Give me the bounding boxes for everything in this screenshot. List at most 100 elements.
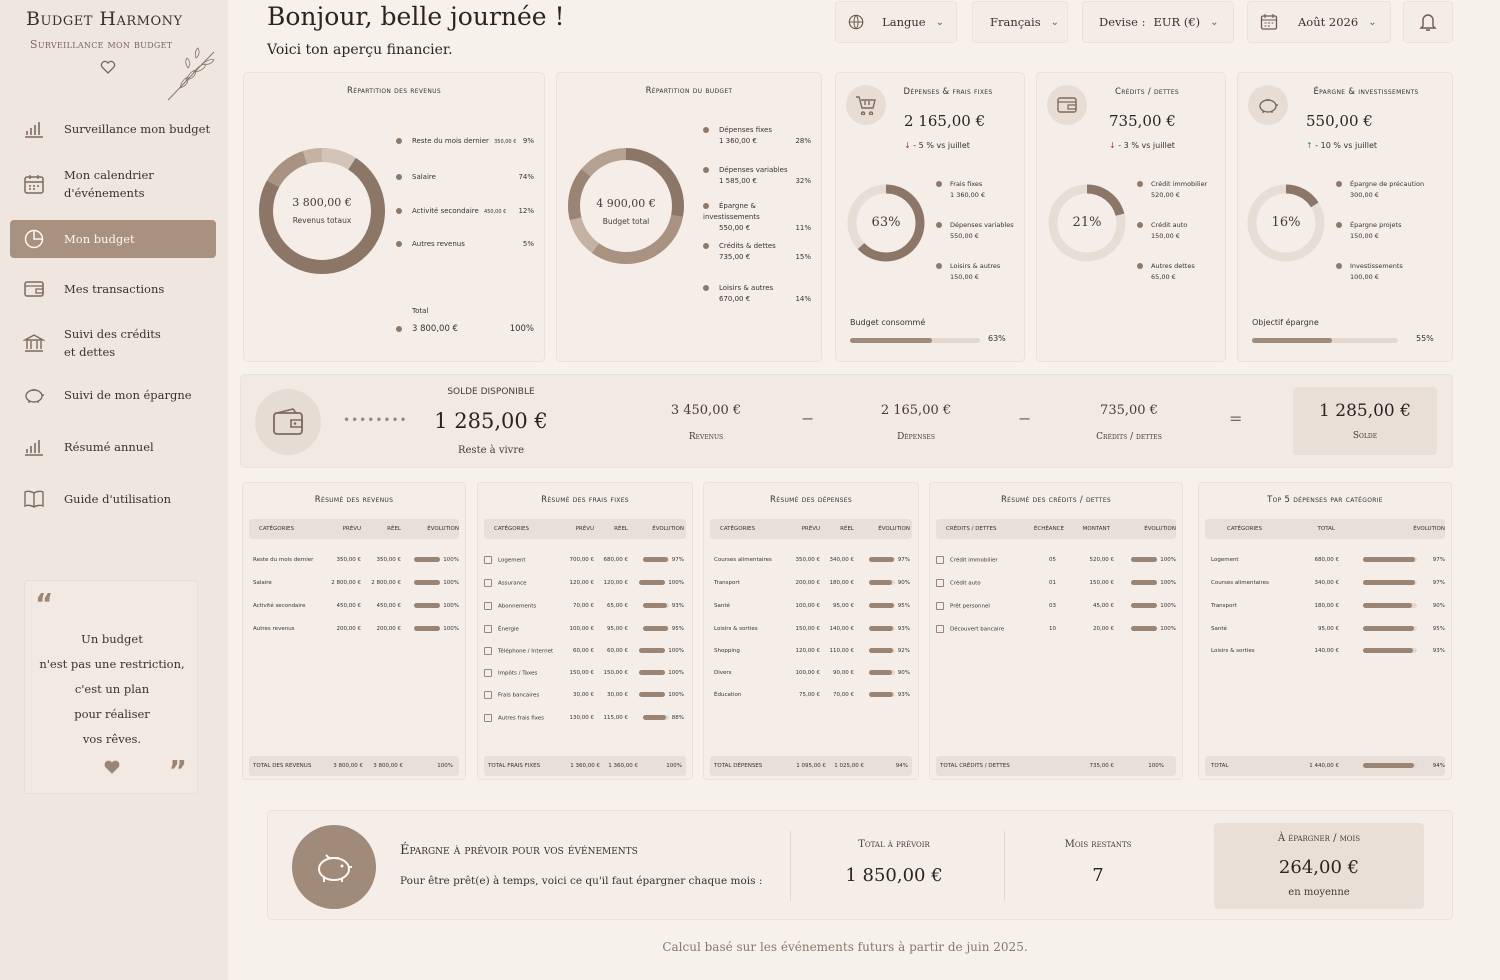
legend-pct: 74% [518, 173, 534, 181]
quote-card: “ Un budget n'est pas une restriction, c… [24, 580, 198, 794]
month-selector[interactable]: Août 2026 ⌄ [1247, 1, 1391, 43]
progress-bar [642, 557, 669, 562]
checkbox[interactable] [936, 556, 944, 564]
cell: 95,00 € [1318, 626, 1339, 632]
cell: Courses alimentaires [714, 557, 772, 563]
chart-bars-icon [22, 435, 46, 459]
expenses-delta: ↓ - 5 % vs juillet [904, 141, 970, 150]
progress-bar [868, 603, 895, 608]
table-row: Loisirs & sorties 140,00 € 93% [1205, 642, 1445, 660]
cell: 120,00 € [795, 648, 821, 654]
cell: 450,00 € [376, 603, 402, 609]
cell: Total dépenses [714, 763, 763, 769]
progress-bar [868, 580, 895, 585]
sidebar-item-label: Mon budget [64, 231, 135, 246]
cell: Santé [714, 603, 730, 609]
cell: 90% [897, 670, 910, 676]
table-row: Frais bancaires 30,00 € 30,00 € 100% [484, 686, 686, 704]
sidebar-item-epargne[interactable]: Suivi de mon épargne [10, 366, 216, 424]
checkbox[interactable] [484, 602, 492, 610]
budget-breakdown-card: Répartition du budget 4 900,00 € Budget … [556, 72, 822, 362]
total-amount: 1 850,00 € [845, 865, 943, 886]
legend-label: Frais fixes [950, 180, 983, 188]
result-amount: 1 285,00 € [1319, 401, 1411, 421]
sidebar-item-mon-budget[interactable]: Mon budget [10, 220, 216, 258]
cell: 10 [1049, 626, 1056, 632]
donut-center-amount: 3 800,00 € [292, 196, 352, 209]
cell: 340,00 € [829, 557, 855, 563]
cell: 100% [1160, 557, 1176, 563]
total-pct: 100% [509, 324, 534, 334]
cell: Découvert bancaire [950, 626, 1005, 633]
table-row: Crédit immobilier 05 520,00 € 100% [936, 551, 1176, 569]
revenue-breakdown-card: Répartition des revenus 3 800,00 € Reven… [243, 72, 545, 362]
legend-item: Activité secondaire 450,00 € 12% [396, 205, 534, 238]
notifications-button[interactable] [1403, 1, 1453, 43]
progress-fill [868, 580, 892, 585]
cell: 70,00 € [833, 692, 854, 698]
table-row: Logement 700,00 € 680,00 € 97% [484, 551, 686, 569]
checkbox[interactable] [936, 579, 944, 587]
result-box: 1 285,00 € Solde [1293, 387, 1437, 455]
language-selector[interactable]: Langue ⌄ [835, 1, 957, 43]
legend-pct: 12% [518, 207, 534, 215]
table-row: Logement 680,00 € 97% [1205, 551, 1445, 569]
progress-fill [1131, 580, 1158, 585]
footer-note: Calcul basé sur les événements futurs à … [662, 940, 1028, 954]
cell: 90% [897, 580, 910, 586]
sidebar-item-label: Suivi des crédits et dettes [64, 326, 161, 359]
cell: Autres frais fixes [498, 715, 545, 722]
calendar-icon [1260, 14, 1278, 30]
legend-amount: 65,00 € [1151, 273, 1176, 281]
locale-dropdown[interactable]: Français ⌄ [972, 1, 1068, 43]
checkbox[interactable] [936, 625, 944, 633]
sidebar-item-surveillance[interactable]: Surveillance mon budget [10, 104, 216, 154]
cell: 115,00 € [603, 715, 629, 721]
progress-bar [639, 580, 666, 585]
currency-dropdown[interactable]: Devise : EUR (€) ⌄ [1082, 1, 1234, 43]
checkbox[interactable] [484, 714, 492, 722]
savings-legend: Épargne de précaution 300,00 € Épargne pr… [1336, 179, 1448, 283]
table-row: Santé 100,00 € 95,00 € 95% [710, 597, 912, 615]
checkbox[interactable] [484, 647, 492, 655]
legend-item: Crédit auto 150,00 € [1137, 220, 1223, 261]
checkbox[interactable] [484, 556, 492, 564]
chevron-down-icon: ⌄ [935, 16, 944, 28]
sidebar-item-label: Guide d'utilisation [64, 491, 172, 506]
cell: 1 440,00 € [1309, 763, 1339, 769]
cell: 30,00 € [573, 692, 594, 698]
progress-label: Objectif épargne [1252, 318, 1319, 327]
masked-dots: •••••••• [343, 413, 408, 427]
cell: 75,00 € [799, 692, 820, 698]
legend-pct: 11% [795, 224, 811, 232]
progress-fill [868, 648, 893, 653]
checkbox[interactable] [936, 602, 944, 610]
column-header: Évolution [652, 526, 684, 532]
legend-amount: 150,00 € [950, 273, 979, 281]
quote-line: vos rêves. [82, 732, 142, 746]
progress-bar [1131, 603, 1158, 608]
cell: 60,00 € [607, 648, 628, 654]
wallet-icon [255, 389, 321, 455]
cell: Santé [1211, 626, 1227, 632]
total-label: Total à prévoir [858, 839, 930, 850]
checkbox[interactable] [484, 669, 492, 677]
donut-center-pct: 21% [1072, 215, 1102, 230]
delta-text: - 5 % vs juillet [913, 141, 970, 150]
checkbox[interactable] [484, 625, 492, 633]
pie-chart-icon [22, 227, 46, 251]
checkbox[interactable] [484, 691, 492, 699]
sidebar-item-guide[interactable]: Guide d'utilisation [10, 470, 216, 528]
sidebar-item-resume-annuel[interactable]: Résumé annuel [10, 424, 216, 470]
page-title: Bonjour, belle journée ! [267, 2, 565, 31]
sidebar-item-transactions[interactable]: Mes transactions [10, 258, 216, 320]
cell: Courses alimentaires [1211, 580, 1269, 586]
sidebar-item-calendrier[interactable]: Mon calendrier d'événements [10, 154, 216, 214]
table-row: Éducation 75,00 € 70,00 € 93% [710, 686, 912, 704]
table-title: Résumé des dépenses [770, 495, 852, 505]
sidebar-item-credits[interactable]: Suivi des crédits et dettes [10, 320, 216, 366]
column-header: Crédits / dettes [946, 526, 997, 532]
legend-amount: 350,00 € [494, 139, 517, 145]
cell: Impôts / Taxes [498, 670, 538, 677]
checkbox[interactable] [484, 579, 492, 587]
